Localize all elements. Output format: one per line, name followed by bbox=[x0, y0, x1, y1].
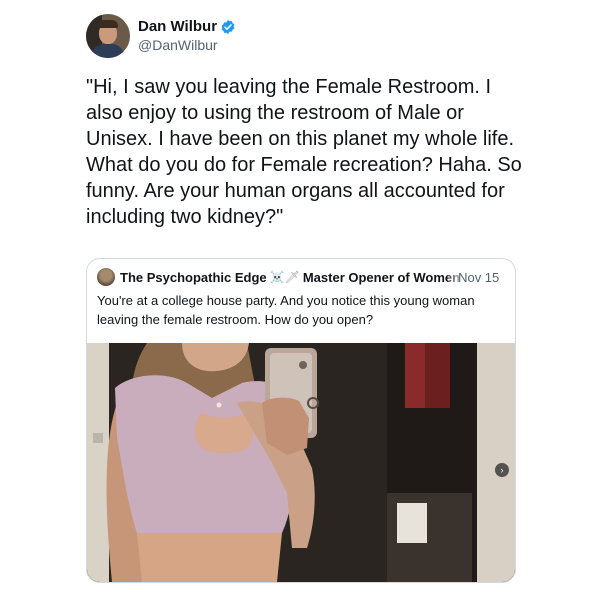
avatar-shirt bbox=[92, 44, 124, 58]
quoted-tweet-photo[interactable]: › bbox=[87, 343, 515, 582]
verified-badge-icon bbox=[221, 19, 235, 34]
quoted-author-emoji: ☠️🗡 bbox=[269, 270, 300, 284]
quoted-tweet-date[interactable]: Nov 15 bbox=[448, 269, 500, 285]
mirror-selfie-photo bbox=[87, 343, 515, 582]
chevron-right-icon[interactable]: › bbox=[495, 463, 509, 477]
display-name-row: Dan Wilbur bbox=[138, 17, 236, 36]
quoted-tweet[interactable]: The Psychopathic Edge ☠️🗡 Master Opener … bbox=[86, 258, 516, 583]
tweet-card: Dan Wilbur @DanWilbur "Hi, I saw you lea… bbox=[0, 0, 599, 599]
author-handle[interactable]: @DanWilbur bbox=[138, 36, 236, 55]
quoted-author-title: Master Opener of Women bbox=[302, 269, 461, 285]
author-display-name[interactable]: Dan Wilbur bbox=[138, 17, 217, 36]
avatar-hair bbox=[98, 20, 118, 28]
author-avatar[interactable] bbox=[86, 14, 130, 58]
tweet-text: "Hi, I saw you leaving the Female Restro… bbox=[86, 76, 522, 228]
quoted-author-avatar bbox=[97, 268, 115, 286]
quoted-author-display-name: The Psychopathic Edge bbox=[120, 269, 267, 285]
tweet-header: Dan Wilbur @DanWilbur bbox=[86, 14, 236, 58]
author-names: Dan Wilbur @DanWilbur bbox=[138, 17, 236, 55]
quoted-tweet-text: You're at a college house party. And you… bbox=[97, 293, 475, 327]
quoted-tweet-header: The Psychopathic Edge ☠️🗡 Master Opener … bbox=[97, 267, 505, 287]
